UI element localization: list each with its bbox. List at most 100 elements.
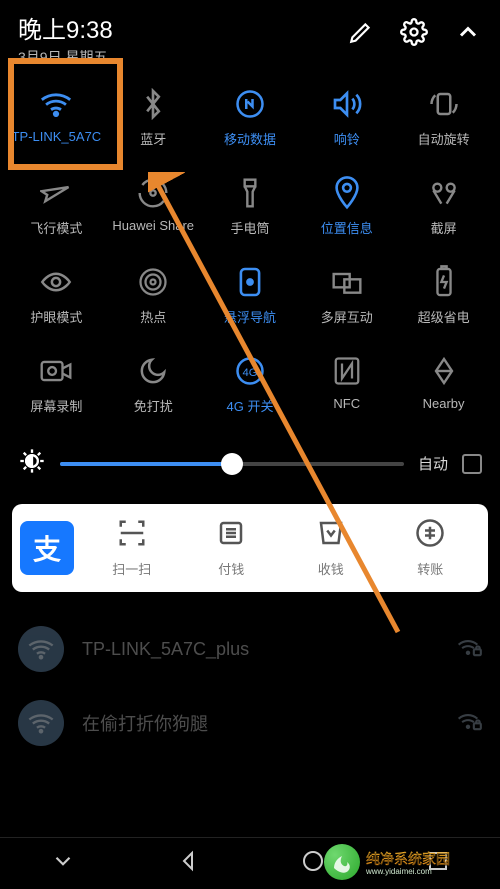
wifi-list-item: TP-LINK_5A7C_plus: [18, 612, 482, 686]
wifi-ssid: 在偷打折你狗腿: [82, 710, 208, 736]
nfc-icon: [333, 354, 361, 388]
mobile-data-icon: [235, 87, 265, 121]
transfer-icon: [415, 518, 445, 553]
eye-icon: [39, 265, 73, 299]
svg-text:4G: 4G: [242, 367, 257, 379]
tile-screen-record[interactable]: 屏幕录制: [8, 354, 105, 415]
wifi-circle-icon: [18, 700, 64, 746]
app-action-label: 付钱: [218, 559, 244, 578]
flashlight-icon: [239, 176, 261, 210]
tile-label: NFC: [333, 396, 360, 411]
tile-label: 自动旋转: [418, 129, 470, 148]
background-wifi-list: TP-LINK_5A7C_plus 在偷打折你狗腿: [0, 612, 500, 760]
app-action-label: 扫一扫: [112, 559, 151, 578]
tile-auto-rotate[interactable]: 自动旋转: [395, 87, 492, 148]
quick-settings-grid: TP-LINK_5A7C 蓝牙 移动数据 响铃 自动旋转 飞行模式: [0, 69, 500, 425]
record-icon: [39, 354, 73, 388]
4g-icon: 4G: [235, 354, 265, 388]
wifi-list-item: 在偷打折你狗腿: [18, 686, 482, 760]
nav-home-icon[interactable]: [301, 849, 325, 878]
auto-rotate-icon: [429, 87, 459, 121]
edit-icon[interactable]: [348, 19, 374, 45]
tile-label: 悬浮导航: [224, 307, 276, 326]
screenshot-icon: [428, 176, 460, 210]
header-actions: [348, 18, 482, 46]
nav-notification-icon[interactable]: [50, 848, 76, 879]
tile-mobile-data[interactable]: 移动数据: [202, 87, 299, 148]
hotspot-icon: [138, 265, 168, 299]
app-action-label: 收钱: [318, 559, 344, 578]
tile-label: 多屏互动: [321, 307, 373, 326]
tile-flashlight[interactable]: 手电筒: [202, 176, 299, 237]
nav-back-icon[interactable]: [177, 849, 201, 878]
alipay-action-scan[interactable]: 扫一扫: [82, 518, 182, 578]
brightness-icon: [18, 447, 46, 480]
ringer-icon: [331, 87, 363, 121]
tile-label: 截屏: [431, 218, 457, 237]
brightness-row: 自动: [0, 425, 500, 494]
alipay-action-pay[interactable]: 付钱: [182, 518, 282, 578]
tile-label: 护眼模式: [30, 307, 82, 326]
float-nav-icon: [237, 265, 263, 299]
tile-label: 超级省电: [418, 307, 470, 326]
alipay-logo-text: 支: [33, 528, 61, 568]
brightness-slider[interactable]: [60, 462, 404, 466]
tile-label: Nearby: [423, 396, 465, 411]
tile-label: 位置信息: [321, 218, 373, 237]
tile-ringer[interactable]: 响铃: [298, 87, 395, 148]
tile-dnd[interactable]: 免打扰: [105, 354, 202, 415]
brightness-auto-checkbox[interactable]: [462, 454, 482, 474]
tile-label: 蓝牙: [140, 129, 166, 148]
wifi-ssid: TP-LINK_5A7C_plus: [82, 639, 249, 660]
tile-wifi[interactable]: TP-LINK_5A7C: [8, 87, 105, 148]
tile-label: 移动数据: [224, 129, 276, 148]
tile-multi-screen[interactable]: 多屏互动: [298, 265, 395, 326]
tile-hotspot[interactable]: 热点: [105, 265, 202, 326]
collapse-icon[interactable]: [454, 18, 482, 46]
tile-label: 手电筒: [230, 218, 269, 237]
bluetooth-icon: [142, 87, 164, 121]
status-date: 3月9日 星期五: [18, 47, 482, 67]
tile-eye-comfort[interactable]: 护眼模式: [8, 265, 105, 326]
tile-airplane[interactable]: 飞行模式: [8, 176, 105, 237]
tile-4g-switch[interactable]: 4G 4G 开关: [202, 354, 299, 415]
tile-label: 热点: [140, 307, 166, 326]
watermark-logo-icon: [324, 844, 360, 880]
tile-label: 4G 开关: [227, 396, 274, 415]
alipay-action-transfer[interactable]: 转账: [381, 518, 481, 578]
alipay-action-collect[interactable]: 收钱: [281, 518, 381, 578]
tile-label: Huawei Share: [112, 218, 194, 233]
tile-nfc[interactable]: NFC: [298, 354, 395, 415]
airplane-icon: [40, 176, 72, 210]
alipay-panel: 支 扫一扫 付钱 收钱 转账: [12, 504, 488, 592]
battery-icon: [433, 265, 455, 299]
brightness-thumb[interactable]: [221, 453, 243, 475]
location-icon: [334, 176, 360, 210]
nearby-icon: [428, 354, 460, 388]
brightness-auto-label: 自动: [418, 453, 448, 474]
pay-icon: [216, 518, 246, 553]
tile-screenshot[interactable]: 截屏: [395, 176, 492, 237]
huawei-share-icon: [137, 176, 169, 210]
tile-label: 屏幕录制: [30, 396, 82, 415]
watermark: 纯净系统家园 www.yidaimei.com: [324, 843, 494, 881]
settings-icon[interactable]: [400, 18, 428, 46]
app-action-label: 转账: [417, 559, 443, 578]
tile-float-nav[interactable]: 悬浮导航: [202, 265, 299, 326]
tile-label: 响铃: [334, 129, 360, 148]
multi-screen-icon: [331, 265, 363, 299]
tile-nearby[interactable]: Nearby: [395, 354, 492, 415]
tile-label: 免打扰: [134, 396, 173, 415]
tile-bluetooth[interactable]: 蓝牙: [105, 87, 202, 148]
watermark-title: 纯净系统家园: [366, 849, 450, 869]
tile-label: 飞行模式: [30, 218, 82, 237]
wifi-circle-icon: [18, 626, 64, 672]
tile-location[interactable]: 位置信息: [298, 176, 395, 237]
tile-huawei-share[interactable]: Huawei Share: [105, 176, 202, 237]
wifi-icon: [39, 87, 73, 121]
wifi-lock-icon: [454, 636, 482, 663]
tile-power-saver[interactable]: 超级省电: [395, 265, 492, 326]
alipay-logo[interactable]: 支: [20, 521, 74, 575]
wifi-lock-icon: [454, 710, 482, 737]
tile-label: TP-LINK_5A7C: [12, 129, 102, 144]
